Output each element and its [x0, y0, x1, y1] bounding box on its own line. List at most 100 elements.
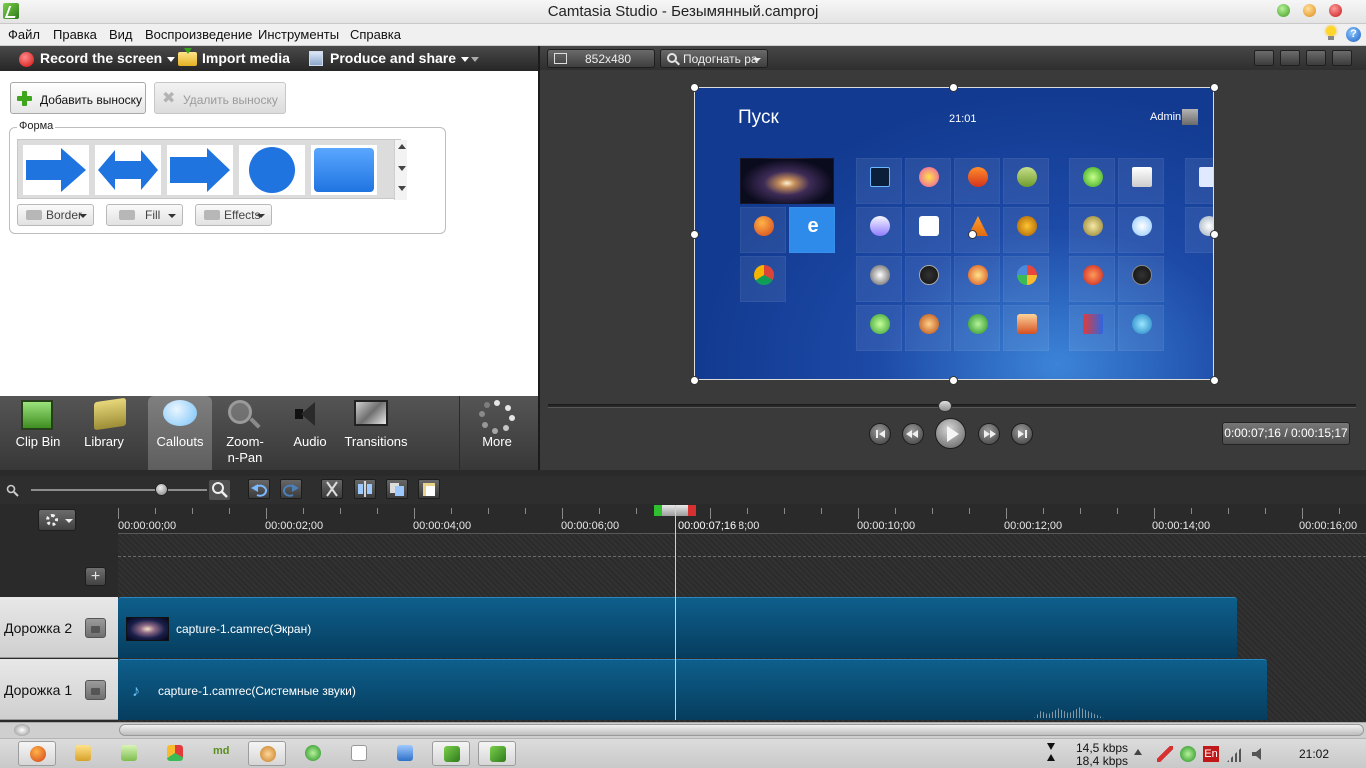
- seekbar-thumb[interactable]: [938, 400, 952, 412]
- taskbar-app8[interactable]: [340, 741, 378, 766]
- shape-arrow-right[interactable]: [23, 145, 89, 195]
- rotate-handle[interactable]: [968, 230, 977, 239]
- menu-tools[interactable]: Инструменты: [258, 27, 339, 42]
- taskbar-explorer[interactable]: [64, 741, 102, 766]
- resize-handle-l[interactable]: [690, 230, 699, 239]
- tab-transitions[interactable]: Transitions: [341, 396, 411, 470]
- rewind-button[interactable]: [902, 423, 924, 445]
- fullscreen-button[interactable]: [1306, 50, 1326, 66]
- add-callout-button[interactable]: Добавить выноску: [10, 82, 146, 114]
- volume-icon[interactable]: [1251, 746, 1263, 762]
- delete-callout-button[interactable]: ✖ Удалить выноску: [154, 82, 286, 114]
- tray-app-icon[interactable]: [1157, 746, 1173, 762]
- maximize-button[interactable]: [1303, 4, 1316, 17]
- zoom-in-icon[interactable]: [209, 480, 230, 500]
- lightbulb-icon[interactable]: [1325, 26, 1337, 42]
- language-indicator[interactable]: En: [1203, 746, 1219, 762]
- scrollbar-thumb[interactable]: [119, 724, 1364, 736]
- shape-circle[interactable]: [239, 145, 305, 195]
- lock-icon[interactable]: [85, 680, 106, 700]
- tab-callouts[interactable]: Callouts: [148, 396, 212, 470]
- playhead-in-marker[interactable]: [654, 505, 662, 516]
- split-button[interactable]: [354, 479, 376, 499]
- menu-playback[interactable]: Воспроизведение: [145, 27, 252, 42]
- go-to-end-button[interactable]: [1011, 423, 1033, 445]
- track-height-thumb[interactable]: [14, 724, 30, 736]
- pan-hand-button[interactable]: [1280, 50, 1300, 66]
- menu-help[interactable]: Справка: [350, 27, 401, 42]
- signal-icon[interactable]: [1227, 746, 1243, 762]
- track-header-2[interactable]: Дорожка 2: [0, 597, 118, 658]
- taskbar-app6[interactable]: [248, 741, 286, 766]
- resize-handle-tr[interactable]: [1210, 83, 1219, 92]
- resize-handle-t[interactable]: [949, 83, 958, 92]
- close-button[interactable]: [1329, 4, 1342, 17]
- shape-scrollbar[interactable]: [394, 140, 407, 200]
- tab-library[interactable]: Library: [76, 396, 132, 470]
- copy-button[interactable]: [386, 479, 408, 499]
- timeline-zoom-slider[interactable]: [31, 489, 207, 491]
- timeline-scrollbar[interactable]: [0, 722, 1366, 738]
- playhead-out-marker[interactable]: [688, 505, 696, 516]
- import-media-button[interactable]: Import media: [202, 50, 290, 66]
- utorrent-tray-icon[interactable]: [1180, 746, 1196, 762]
- scroll-down-icon[interactable]: [398, 166, 406, 171]
- screen-clip[interactable]: capture-1.camrec(Экран): [118, 597, 1237, 658]
- fill-dropdown[interactable]: Fill: [106, 204, 183, 226]
- taskbar-camtasia-1[interactable]: [432, 741, 470, 766]
- resize-handle-br[interactable]: [1210, 376, 1219, 385]
- go-to-start-button[interactable]: [869, 423, 891, 445]
- expand-gallery-icon[interactable]: [398, 186, 406, 191]
- record-screen-button[interactable]: Record the screen: [40, 50, 176, 66]
- tab-audio[interactable]: Audio: [286, 396, 334, 470]
- tab-clip-bin[interactable]: Clip Bin: [0, 396, 76, 470]
- taskbar-camtasia-2[interactable]: [478, 741, 516, 766]
- timeline-ruler[interactable]: 00:00:00;00 00:00:02;00 00:00:04;00 00:0…: [0, 504, 1366, 534]
- crop-button[interactable]: [1254, 50, 1274, 66]
- menu-file[interactable]: Файл: [8, 27, 40, 42]
- add-track-button[interactable]: +: [85, 567, 106, 586]
- zoom-fit-dropdown[interactable]: Подогнать ра: [660, 49, 768, 68]
- scroll-up-icon[interactable]: [398, 144, 406, 149]
- effects-dropdown[interactable]: Effects: [195, 204, 272, 226]
- undo-button[interactable]: [248, 479, 270, 499]
- paste-button[interactable]: [418, 479, 440, 499]
- menu-view[interactable]: Вид: [109, 27, 133, 42]
- menu-edit[interactable]: Правка: [53, 27, 97, 42]
- taskbar-firefox[interactable]: [18, 741, 56, 766]
- help-icon[interactable]: ?: [1346, 27, 1361, 42]
- play-button[interactable]: [935, 418, 966, 449]
- taskbar-app7[interactable]: [294, 741, 332, 766]
- tab-more[interactable]: More: [460, 396, 534, 470]
- taskbar-md[interactable]: md: [202, 741, 240, 766]
- shape-arrow-double[interactable]: [95, 145, 161, 195]
- redo-button[interactable]: [280, 479, 302, 499]
- dimensions-button[interactable]: 852x480: [547, 49, 655, 68]
- taskbar-app4[interactable]: [156, 741, 194, 766]
- fast-forward-button[interactable]: [978, 423, 1000, 445]
- shape-rectangle[interactable]: [311, 145, 377, 195]
- detach-preview-button[interactable]: [1332, 50, 1352, 66]
- resize-handle-tl[interactable]: [690, 83, 699, 92]
- zoom-out-icon[interactable]: [6, 484, 19, 497]
- resize-handle-bl[interactable]: [690, 376, 699, 385]
- preview-seekbar[interactable]: [548, 400, 1356, 412]
- toolbar-overflow-icon[interactable]: [471, 57, 479, 62]
- audio-clip[interactable]: ♪ capture-1.camrec(Системные звуки): [118, 659, 1267, 720]
- preview-canvas[interactable]: Пуск 21:01 Admin e: [694, 87, 1214, 380]
- resize-handle-b[interactable]: [949, 376, 958, 385]
- shape-arrow-chevron[interactable]: [167, 145, 233, 195]
- timeline-zoom-thumb[interactable]: [155, 483, 168, 496]
- resize-handle-r[interactable]: [1210, 230, 1219, 239]
- tray-expand-icon[interactable]: [1134, 749, 1142, 755]
- produce-share-button[interactable]: Produce and share: [330, 50, 470, 66]
- taskbar-notes[interactable]: [110, 741, 148, 766]
- minimize-button[interactable]: [1277, 4, 1290, 17]
- lock-icon[interactable]: [85, 618, 106, 638]
- timeline-settings-button[interactable]: [38, 509, 76, 531]
- cut-button[interactable]: [321, 479, 343, 499]
- track-header-1[interactable]: Дорожка 1: [0, 659, 118, 720]
- border-dropdown[interactable]: Border: [17, 204, 94, 226]
- tab-zoom-n-pan[interactable]: Zoom-n-Pan: [216, 396, 274, 470]
- taskbar-app9[interactable]: [386, 741, 424, 766]
